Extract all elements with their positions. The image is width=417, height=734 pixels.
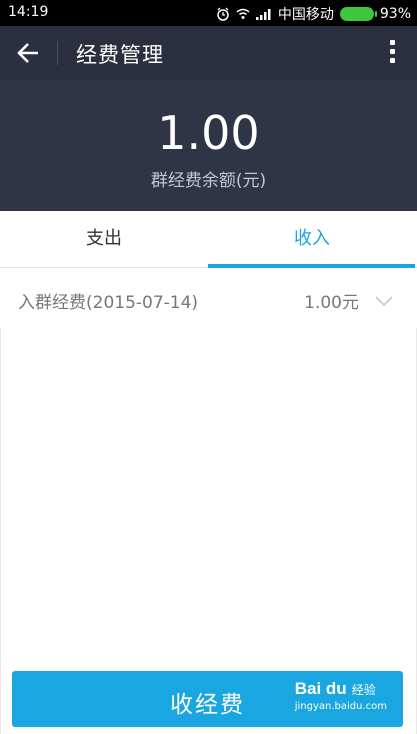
back-button[interactable] (14, 39, 44, 67)
record-title: 入群经费(2015-07-14) (18, 293, 199, 313)
status-icons: 中国移动 93% (216, 4, 411, 24)
tab-income[interactable]: 收入 (208, 211, 416, 267)
list-item[interactable]: 入群经费(2015-07-14) 1.00元 (0, 268, 417, 329)
signal-icon (255, 8, 272, 20)
balance-panel: 1.00 群经费余额(元) (0, 80, 417, 211)
title-bar: 经费管理 (0, 26, 417, 80)
page-title: 经费管理 (76, 43, 164, 67)
more-vertical-icon (389, 40, 395, 45)
battery-percent: 93% (379, 6, 411, 22)
alarm-icon (216, 7, 230, 21)
tab-bar: 支出 收入 (0, 211, 417, 268)
watermark-url: jingyan.baidu.com (294, 701, 387, 712)
carrier-label: 中国移动 (277, 7, 334, 23)
battery-icon (339, 7, 377, 21)
chevron-down-icon[interactable] (375, 292, 393, 311)
more-button[interactable] (385, 40, 399, 68)
wifi-icon (236, 8, 250, 20)
arrow-left-icon (17, 43, 38, 63)
watermark-logo: Bai du (294, 679, 347, 698)
status-bar: 14:19 中国移动 93% (0, 0, 417, 26)
balance-amount: 1.00 (157, 106, 260, 160)
balance-label: 群经费余额(元) (150, 171, 267, 191)
status-time: 14:19 (8, 4, 49, 20)
baidu-watermark: Bai du 经验 jingyan.baidu.com (295, 679, 387, 712)
tab-expense[interactable]: 支出 (0, 211, 208, 267)
collect-fee-button[interactable]: 收经费 Bai du 经验 jingyan.baidu.com (12, 671, 403, 727)
record-amount: 1.00元 (304, 293, 359, 313)
watermark-sub: 经验 (351, 683, 376, 697)
title-divider (57, 41, 58, 65)
